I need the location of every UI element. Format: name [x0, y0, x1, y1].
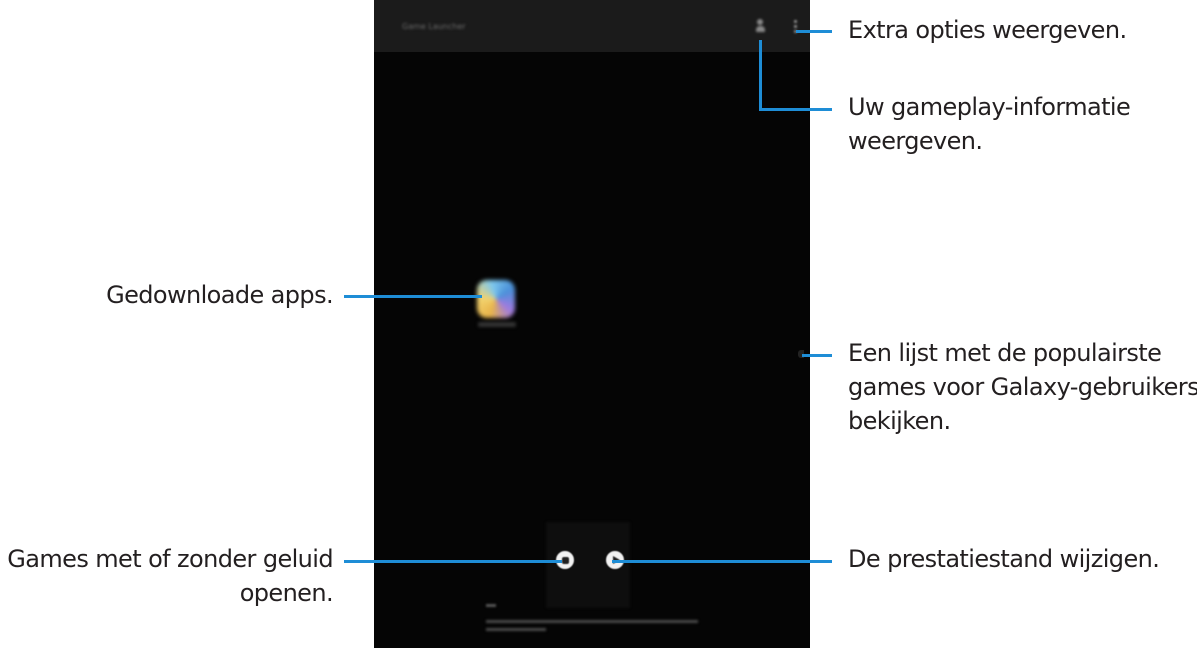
leader-line-gameplay-horizontal [759, 108, 832, 111]
leader-line-performance [612, 560, 832, 563]
leader-line-gameplay-vertical [759, 40, 762, 110]
app-bar: Game Launcher [374, 0, 810, 52]
callout-performance: De prestatiestand wijzigen. [848, 545, 1160, 573]
downloaded-app-icon[interactable] [477, 280, 515, 318]
callout-gameplay-info-line-2: weergeven. [848, 127, 983, 155]
callout-sound-line-2: openen. [239, 579, 334, 607]
callout-sound-line-1: Games met of zonder geluid [7, 545, 333, 573]
leader-line-more-options [796, 30, 832, 33]
mute-icon [561, 556, 569, 564]
leader-line-popular-games [802, 354, 832, 357]
callout-gameplay-info-line-1: Uw gameplay-informatie [848, 93, 1131, 121]
callout-popular-games-line-1: Een lijst met de populairste [848, 339, 1162, 367]
tip-text-line-2 [486, 628, 546, 631]
callout-popular-games-line-3: bekijken. [848, 407, 951, 435]
screen-title: Game Launcher [402, 22, 466, 31]
tip-text [486, 620, 698, 623]
leader-line-sound [344, 560, 562, 563]
leader-line-downloaded-apps [344, 295, 482, 298]
game-launcher-screen: Game Launcher [374, 0, 810, 648]
callout-more-options: Extra opties weergeven. [848, 16, 1127, 44]
callout-popular-games-line-2: games voor Galaxy-gebruikers [848, 373, 1197, 401]
person-icon[interactable] [756, 19, 765, 33]
callout-downloaded-apps: Gedownloade apps. [106, 281, 334, 309]
tip-heading [486, 604, 496, 607]
app-label [478, 322, 516, 327]
